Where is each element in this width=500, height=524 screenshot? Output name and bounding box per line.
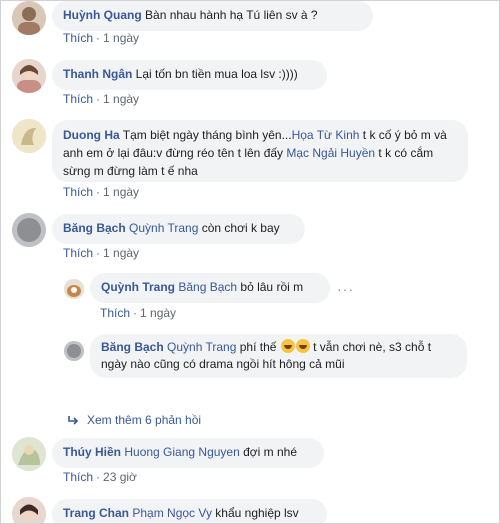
- comment-bubble: Trang Chan Phạm Ngọc Vy khẩu nghiệp lsv: [52, 499, 327, 523]
- avatar[interactable]: [12, 437, 46, 471]
- avatar[interactable]: [12, 497, 46, 523]
- like-link[interactable]: Thích: [63, 246, 93, 260]
- comment-author[interactable]: Quỳnh Trang: [101, 280, 175, 294]
- avatar[interactable]: [64, 279, 84, 299]
- avatar[interactable]: [12, 1, 46, 35]
- comment-author[interactable]: Huỳnh Quang: [63, 8, 142, 22]
- view-more-replies[interactable]: Xem thêm 6 phản hồi: [67, 413, 201, 427]
- laughing-emoji-icon: [280, 339, 295, 353]
- like-link[interactable]: Thích: [63, 470, 93, 484]
- comment-bubble: Duong Ha Tạm biệt ngày tháng bình yên...…: [52, 120, 468, 182]
- comment-actions: Thích · 1 ngày: [63, 246, 139, 260]
- like-link[interactable]: Thích: [63, 92, 93, 106]
- mention-link[interactable]: Quỳnh Trang: [167, 340, 236, 354]
- like-link[interactable]: Thích: [100, 306, 130, 320]
- reply-bubble: Quỳnh Trang Băng Bạch bỏ lâu rồi m: [90, 273, 330, 303]
- avatar[interactable]: [12, 119, 46, 153]
- separator: ·: [96, 92, 101, 106]
- avatar[interactable]: [12, 59, 46, 93]
- comment-actions: Thích · 1 ngày: [63, 31, 139, 45]
- comment-text: đợi m nhé: [239, 445, 298, 459]
- comment-author[interactable]: Trang Chan: [63, 506, 129, 520]
- laughing-emoji-icon: [295, 339, 310, 353]
- comment-text: còn chơi k bay: [198, 221, 280, 235]
- timestamp[interactable]: 1 ngày: [103, 31, 139, 45]
- separator: ·: [133, 306, 138, 320]
- reply-bubble: Băng Bạch Quỳnh Trang phí thế t vẫn chơi…: [90, 334, 467, 378]
- comment-actions: Thích · 23 giờ: [63, 470, 137, 484]
- separator: ·: [96, 246, 101, 260]
- mention-link[interactable]: Mạc Ngải Huyền: [286, 146, 375, 160]
- comment-author[interactable]: Thúy Hiền: [63, 445, 121, 459]
- mention-link[interactable]: Phạm Ngọc Vy: [132, 506, 212, 520]
- comment-text: Lại tốn bn tiền mua loa lsv :)))): [135, 67, 298, 81]
- reply-arrow-icon: [68, 416, 79, 425]
- mention-link[interactable]: Huong Giang Nguyen: [124, 445, 239, 459]
- view-more-label[interactable]: Xem thêm 6 phản hồi: [87, 413, 201, 427]
- separator: ·: [96, 185, 101, 199]
- comment-bubble: Băng Bạch Quỳnh Trang còn chơi k bay: [52, 214, 305, 244]
- comment-author[interactable]: Thanh Ngân: [63, 67, 132, 81]
- comment-author[interactable]: Băng Bạch: [63, 221, 126, 235]
- avatar[interactable]: [12, 213, 46, 247]
- comment-text: Tạm biệt ngày tháng bình yên...: [122, 128, 292, 142]
- mention-link[interactable]: Họa Từ Kinh: [292, 128, 360, 142]
- timestamp[interactable]: 1 ngày: [140, 306, 176, 320]
- timestamp[interactable]: 1 ngày: [103, 185, 139, 199]
- comment-actions: Thích · 1 ngày: [63, 92, 139, 106]
- separator: ·: [96, 31, 101, 45]
- comment-bubble: Thanh Ngân Lại tốn bn tiền mua loa lsv :…: [52, 60, 327, 90]
- separator: ·: [96, 470, 101, 484]
- comment-author[interactable]: Băng Bạch: [101, 340, 164, 354]
- comment-text: bỏ lâu rồi m: [237, 280, 304, 294]
- more-options-icon[interactable]: ···: [337, 281, 354, 297]
- mention-link[interactable]: Băng Bạch: [178, 280, 237, 294]
- like-link[interactable]: Thích: [63, 31, 93, 45]
- timestamp[interactable]: 1 ngày: [103, 92, 139, 106]
- comment-thread: Huỳnh Quang Bàn nhau hành hạ Tú liên sv …: [0, 0, 500, 524]
- comment-text: phí thế: [236, 340, 280, 354]
- comment-bubble: Thúy Hiền Huong Giang Nguyen đợi m nhé: [52, 438, 324, 468]
- comment-bubble: Huỳnh Quang Bàn nhau hành hạ Tú liên sv …: [52, 1, 373, 31]
- comment-text: Bàn nhau hành hạ Tú liên sv à ?: [145, 8, 318, 22]
- avatar[interactable]: [64, 341, 84, 361]
- comment-author[interactable]: Duong Ha: [63, 128, 120, 142]
- comment-actions: Thích · 1 ngày: [100, 306, 176, 320]
- comment-actions: Thích · 1 ngày: [63, 185, 139, 199]
- comment-text: khẩu nghiệp lsv: [211, 506, 299, 520]
- mention-link[interactable]: Quỳnh Trang: [129, 221, 198, 235]
- timestamp[interactable]: 1 ngày: [103, 246, 139, 260]
- timestamp[interactable]: 23 giờ: [103, 470, 137, 484]
- like-link[interactable]: Thích: [63, 185, 93, 199]
